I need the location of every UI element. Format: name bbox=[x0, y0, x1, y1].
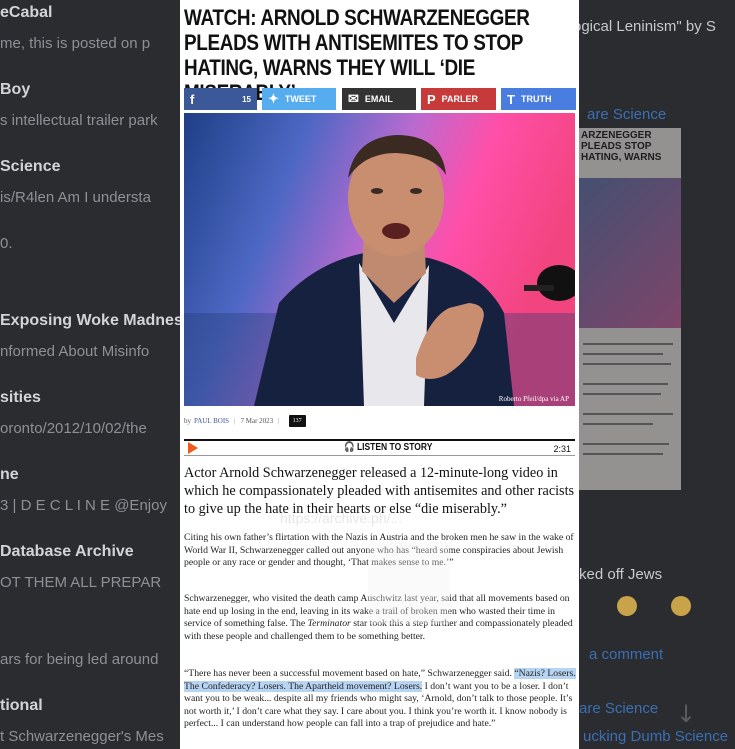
background-left-column: eCabal me, this is posted on p Boy s int… bbox=[0, 0, 180, 749]
email-button[interactable]: ✉ EMAIL bbox=[342, 88, 416, 110]
bg-item-sub: t Schwarzenegger's Mes bbox=[0, 728, 164, 745]
facebook-icon: f bbox=[190, 91, 195, 107]
truth-button[interactable]: T TRUTH bbox=[501, 88, 576, 110]
bg-mini-line bbox=[583, 343, 673, 345]
bg-mini-line bbox=[583, 413, 673, 415]
bg-item-title: sities bbox=[0, 389, 41, 406]
bg-item-sub: 3 | D E C L I N E @Enjoy bbox=[0, 497, 167, 514]
byline: by PAUL BOIS | 7 Mar 2023 | 137 bbox=[184, 414, 306, 428]
bg-item-sub: is/R4len Am I understa bbox=[0, 189, 151, 206]
parler-icon: P bbox=[427, 91, 436, 107]
article-paragraph: “There has never been a successful movem… bbox=[184, 668, 576, 731]
bg-item-sub: oronto/2012/10/02/the bbox=[0, 420, 147, 437]
article-paragraph: Schwarzenegger, who visited the death ca… bbox=[184, 593, 576, 643]
bg-item-sub: OT THEM ALL PREPAR bbox=[0, 574, 162, 591]
bg-item-title: tional bbox=[0, 697, 43, 714]
tweet-button[interactable]: ✦ TWEET bbox=[262, 88, 336, 110]
publish-date: 7 Mar 2023 bbox=[240, 417, 274, 425]
bg-item-title: Science bbox=[0, 158, 61, 175]
email-label: EMAIL bbox=[364, 94, 393, 104]
facebook-share-button[interactable]: f 15 bbox=[184, 88, 257, 110]
bg-mini-line bbox=[583, 423, 653, 425]
article-lede: Actor Arnold Schwarzenegger released a 1… bbox=[184, 465, 575, 517]
bg-item-title: eCabal bbox=[0, 4, 53, 21]
photo-credit: Roberto Pfeil/dpa via AP bbox=[499, 395, 569, 403]
bg-item-title: Database Archive bbox=[0, 543, 134, 560]
bg-item-sub: nformed About Misinfo bbox=[0, 343, 150, 360]
bg-mini-headline: ARZENEGGER PLEADS STOP HATING, WARNS bbox=[581, 130, 662, 163]
bg-item-title: Exposing Woke Madness bbox=[0, 312, 180, 329]
article-paragraph: Citing his own father’s flirtation with … bbox=[184, 532, 574, 568]
bg-mini-article: ARZENEGGER PLEADS STOP HATING, WARNS bbox=[579, 128, 681, 490]
bg-item-sub: ars for being led around bbox=[0, 651, 159, 668]
audio-duration: 2:31 bbox=[553, 444, 571, 454]
tweet-label: TWEET bbox=[284, 94, 317, 104]
truth-social-icon: T bbox=[507, 91, 515, 107]
bg-right-text: ked off Jews bbox=[579, 566, 663, 583]
author-link[interactable]: PAUL BOIS bbox=[194, 417, 229, 425]
facebook-share-count: 15 bbox=[242, 94, 251, 104]
listen-to-story-label: 🎧 LISTEN TO STORY bbox=[344, 442, 433, 453]
envelope-icon: ✉ bbox=[348, 91, 359, 106]
paragraph-text: “There has never been a successful movem… bbox=[184, 668, 515, 679]
share-bar: f 15 ✦ TWEET ✉ EMAIL P PARLER T TRUTH bbox=[184, 88, 576, 110]
bg-item-sub: 0. bbox=[0, 235, 13, 252]
audio-player: 🎧 LISTEN TO STORY 2:31 bbox=[184, 439, 575, 456]
terminator-title: Terminator bbox=[307, 618, 351, 629]
twitter-icon: ✦ bbox=[268, 91, 279, 106]
bg-mini-line bbox=[583, 353, 663, 355]
listen-text: LISTEN TO STORY bbox=[356, 442, 433, 453]
bg-mini-image bbox=[579, 178, 681, 328]
bg-mini-line bbox=[583, 363, 671, 365]
scroll-down-icon: ↓ bbox=[676, 700, 697, 728]
parler-button[interactable]: P PARLER bbox=[421, 88, 496, 110]
bg-right-link: are Science bbox=[587, 106, 667, 123]
bg-mini-line bbox=[583, 443, 669, 445]
bg-item-title: ne bbox=[0, 466, 19, 483]
bg-right-link: ucking Dumb Science bbox=[583, 728, 729, 745]
bg-right-link: a comment bbox=[589, 646, 664, 663]
background-right-column: ogical Leninism" by S are Science ARZENE… bbox=[579, 0, 735, 749]
article-screenshot: WATCH: ARNOLD SCHWARZENEGGER PLEADS WITH… bbox=[180, 0, 579, 749]
byline-separator: | bbox=[278, 417, 280, 425]
play-icon[interactable] bbox=[188, 442, 198, 454]
emoji-icon bbox=[671, 596, 691, 616]
bg-item-sub: s intellectual trailer park bbox=[0, 112, 158, 129]
emoji-icon bbox=[617, 596, 637, 616]
bg-mini-line bbox=[583, 383, 668, 385]
bg-mini-line bbox=[583, 393, 661, 395]
truth-label: TRUTH bbox=[520, 94, 552, 104]
bg-item-title: Boy bbox=[0, 81, 31, 98]
bg-right-text: ogical Leninism" by S bbox=[579, 18, 716, 35]
parler-label: PARLER bbox=[441, 94, 479, 104]
article-photo: Roberto Pfeil/dpa via AP bbox=[184, 113, 575, 406]
schwarzenegger-photo: Roberto Pfeil/dpa via AP bbox=[184, 113, 575, 406]
comment-count-badge[interactable]: 137 bbox=[288, 415, 306, 427]
bg-mini-line bbox=[583, 453, 663, 455]
bg-item-sub: me, this is posted on p bbox=[0, 35, 151, 52]
byline-by: by bbox=[184, 417, 191, 425]
byline-separator: | bbox=[234, 417, 236, 425]
bg-right-link: are Science bbox=[579, 700, 659, 717]
